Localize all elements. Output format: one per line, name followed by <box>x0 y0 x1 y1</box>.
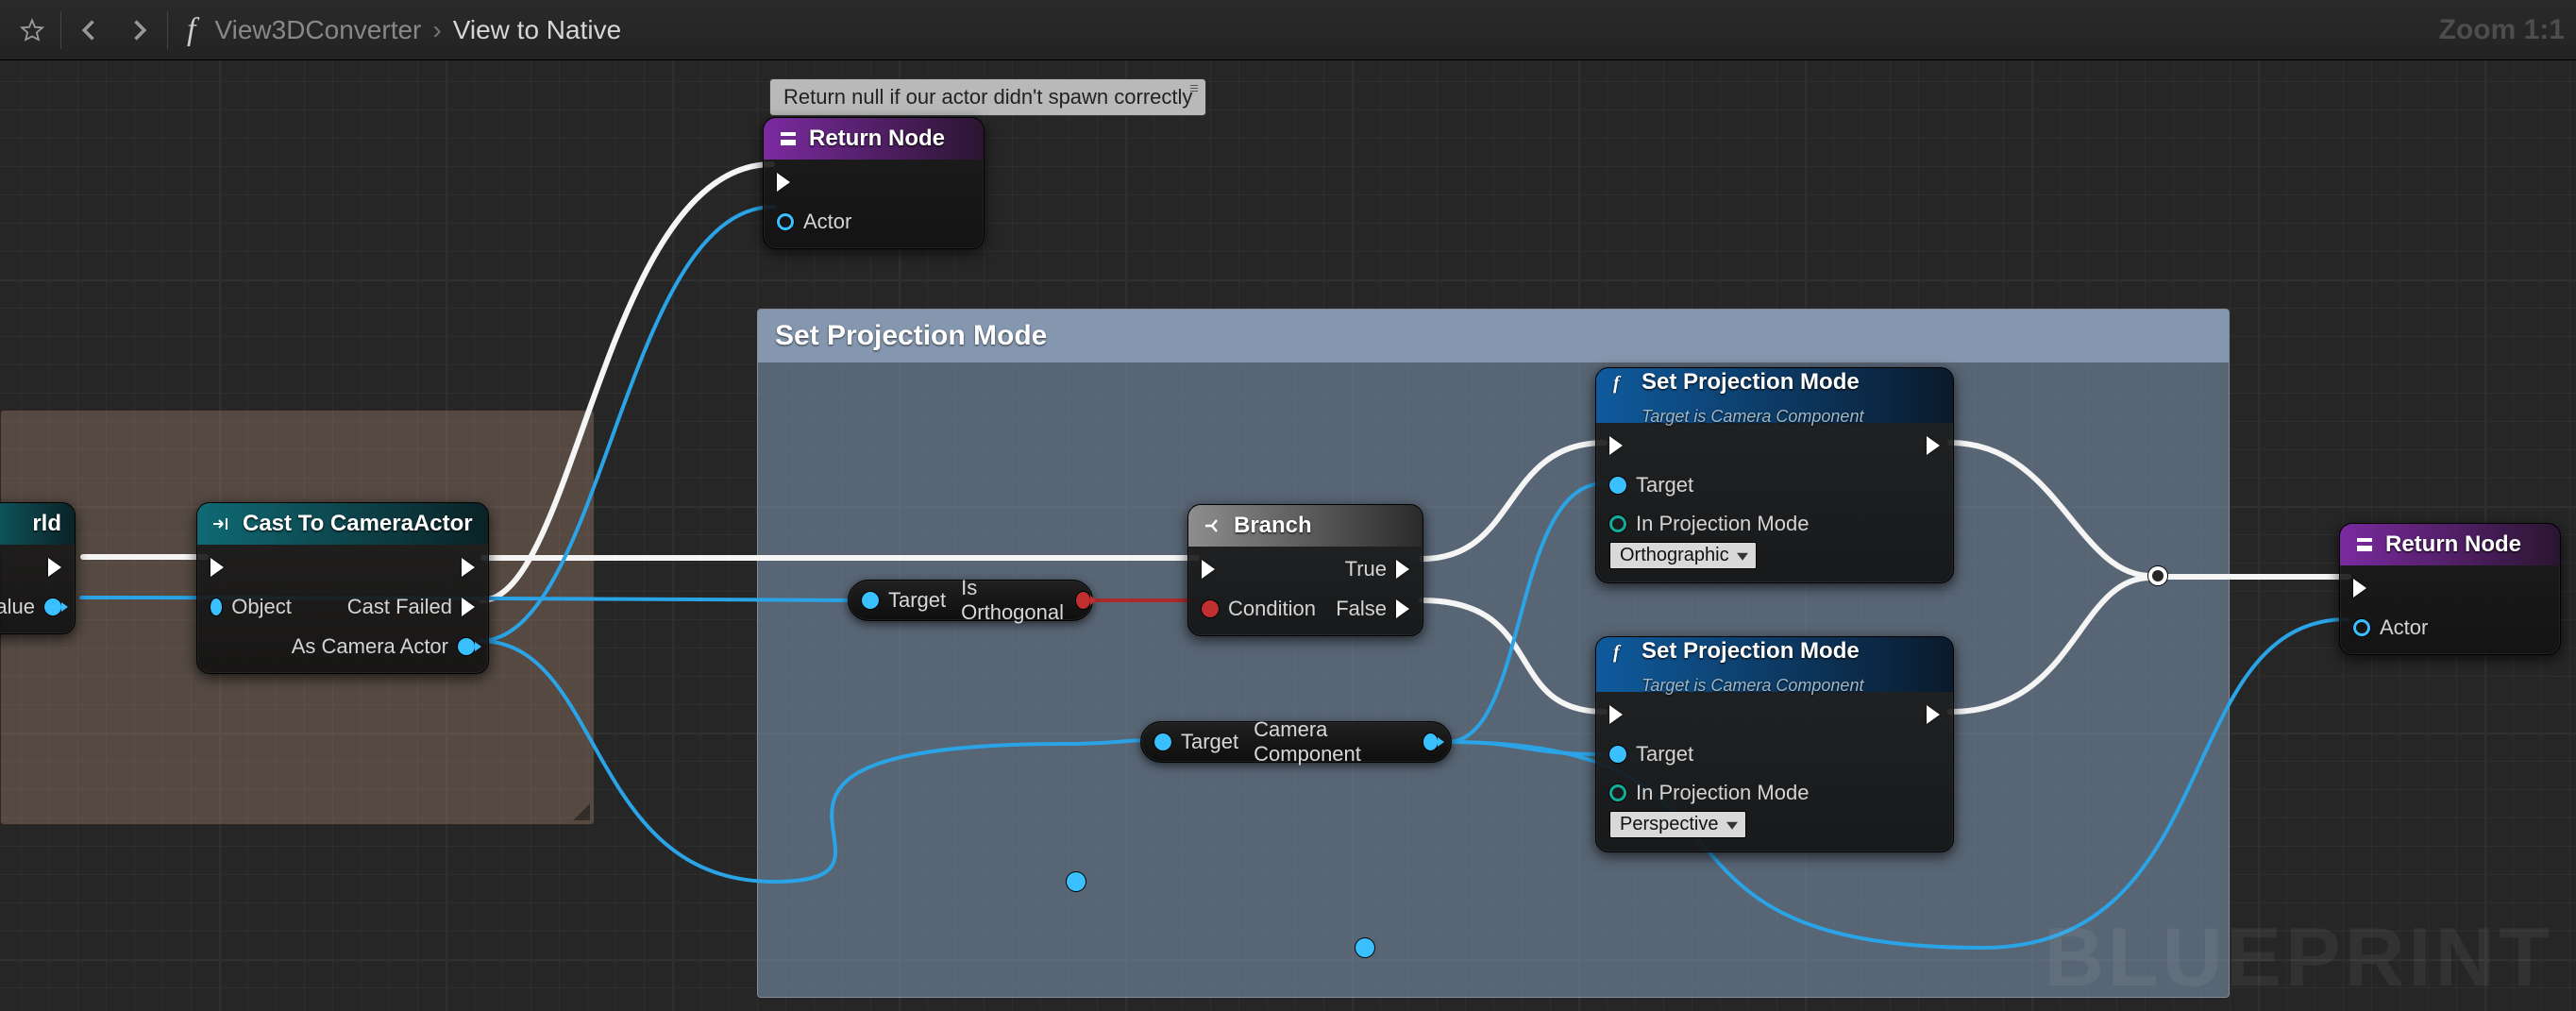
node-title: Set Projection Mode <box>1642 638 1860 665</box>
node-branch[interactable]: Branch Condition True False <box>1187 504 1423 636</box>
svg-text:f: f <box>1613 373 1622 394</box>
pin-target-in[interactable]: Target <box>1609 472 1809 498</box>
pin-exec-out[interactable] <box>462 554 475 581</box>
node-header: f Set Projection Mode Target is Camera C… <box>1596 637 1953 692</box>
toolbar-divider <box>60 11 61 49</box>
node-header: Return Node <box>764 118 984 160</box>
node-title: Branch <box>1234 513 1312 539</box>
nav-forward-icon[interactable] <box>118 9 160 51</box>
reroute-node[interactable] <box>1355 938 1374 957</box>
node-subtitle: Target is Camera Component <box>1642 407 1863 427</box>
pin-target-in[interactable]: Target <box>1154 730 1238 754</box>
reroute-node-exec[interactable] <box>2148 566 2167 585</box>
projection-mode-dropdown[interactable]: Orthographic <box>1609 542 1757 569</box>
breadcrumb[interactable]: View3DConverter › View to Native <box>214 15 621 45</box>
return-icon <box>2353 533 2376 556</box>
pin-exec-in[interactable] <box>777 169 851 195</box>
pin-is-orthogonal-out[interactable]: Is Orthogonal <box>961 576 1090 625</box>
pin-exec-out[interactable] <box>1927 701 1940 728</box>
pin-projection-mode-in[interactable]: In Projection Mode Orthographic <box>1609 512 1809 569</box>
pin-true-out[interactable]: True <box>1345 556 1409 582</box>
node-title: Set Projection Mode <box>1642 369 1860 396</box>
pin-actor-in[interactable]: Actor <box>2353 615 2428 641</box>
pin-exec-in[interactable] <box>210 554 292 581</box>
pin-camera-component-out[interactable]: Camera Component <box>1254 717 1438 767</box>
zoom-indicator: Zoom 1:1 <box>2439 14 2565 46</box>
pin-false-out[interactable]: False <box>1336 596 1409 622</box>
branch-icon <box>1202 514 1224 537</box>
node-title: Cast To CameraActor <box>243 511 473 537</box>
pin-exec-in[interactable] <box>2353 575 2428 601</box>
node-cast-camera-actor[interactable]: Cast To CameraActor Object Cast Failed A… <box>196 502 489 674</box>
projection-mode-dropdown[interactable]: Perspective <box>1609 811 1746 838</box>
chevron-right-icon: › <box>432 15 441 45</box>
nav-back-icon[interactable] <box>69 9 110 51</box>
pin-condition-in[interactable]: Condition <box>1202 596 1316 622</box>
pin-target-in[interactable]: Target <box>1609 741 1809 767</box>
node-header: f Set Projection Mode Target is Camera C… <box>1596 368 1953 423</box>
function-icon: f <box>1609 371 1632 394</box>
pin-object-in[interactable]: Object <box>210 594 292 620</box>
node-header: Return Node <box>2340 524 2560 565</box>
breadcrumb-current[interactable]: View to Native <box>453 15 621 45</box>
favorite-icon[interactable] <box>11 9 53 51</box>
pin-target-in[interactable]: Target <box>862 588 946 613</box>
pin-exec-in[interactable] <box>1202 556 1316 582</box>
pin-exec-in[interactable] <box>1609 701 1809 728</box>
node-return-1[interactable]: Return Node Actor <box>763 117 985 249</box>
pin-exec-out[interactable] <box>1927 432 1940 459</box>
comment-tooltip: Return null if our actor didn't spawn co… <box>769 78 1206 116</box>
pin-as-camera-actor[interactable]: As Camera Actor <box>292 633 475 660</box>
node-header: rld <box>0 503 75 545</box>
function-icon[interactable]: f <box>176 12 207 48</box>
comment-box-projection[interactable]: Set Projection Mode <box>757 309 2230 998</box>
resize-grip-icon[interactable] <box>569 800 590 820</box>
node-set-projection-2[interactable]: f Set Projection Mode Target is Camera C… <box>1595 636 1954 852</box>
comment-title[interactable]: Set Projection Mode <box>758 310 2229 362</box>
svg-text:f: f <box>1613 642 1622 663</box>
pin-actor-in[interactable]: Actor <box>777 209 851 235</box>
reroute-node[interactable] <box>1067 872 1086 891</box>
node-set-projection-1[interactable]: f Set Projection Mode Target is Camera C… <box>1595 367 1954 583</box>
pin-exec-out[interactable] <box>48 554 61 581</box>
node-header: Branch <box>1188 505 1423 547</box>
pin-projection-mode-in[interactable]: In Projection Mode Perspective <box>1609 781 1809 838</box>
watermark: BLUEPRINT <box>2044 909 2553 1005</box>
node-subtitle: Target is Camera Component <box>1642 676 1863 696</box>
cast-icon <box>210 513 233 535</box>
pin-return-value[interactable]: rn Value <box>0 594 61 620</box>
breadcrumb-root[interactable]: View3DConverter <box>214 15 421 45</box>
pin-exec-in[interactable] <box>1609 432 1809 459</box>
pin-cast-failed[interactable]: Cast Failed <box>347 594 475 620</box>
toolbar-divider <box>167 11 168 49</box>
node-partial-left[interactable]: rld rn Value <box>0 502 76 634</box>
node-title: Return Node <box>809 126 945 152</box>
toolbar: f View3DConverter › View to Native Zoom … <box>0 0 2576 60</box>
node-return-2[interactable]: Return Node Actor <box>2339 523 2561 655</box>
graph-canvas[interactable]: Return null if our actor didn't spawn co… <box>0 60 2576 1011</box>
node-header: Cast To CameraActor <box>197 503 488 545</box>
return-icon <box>777 127 800 150</box>
node-camera-component[interactable]: Target Camera Component <box>1140 721 1452 763</box>
node-title: Return Node <box>2385 531 2521 558</box>
node-is-orthogonal[interactable]: Target Is Orthogonal <box>848 580 1093 621</box>
function-icon: f <box>1609 640 1632 663</box>
